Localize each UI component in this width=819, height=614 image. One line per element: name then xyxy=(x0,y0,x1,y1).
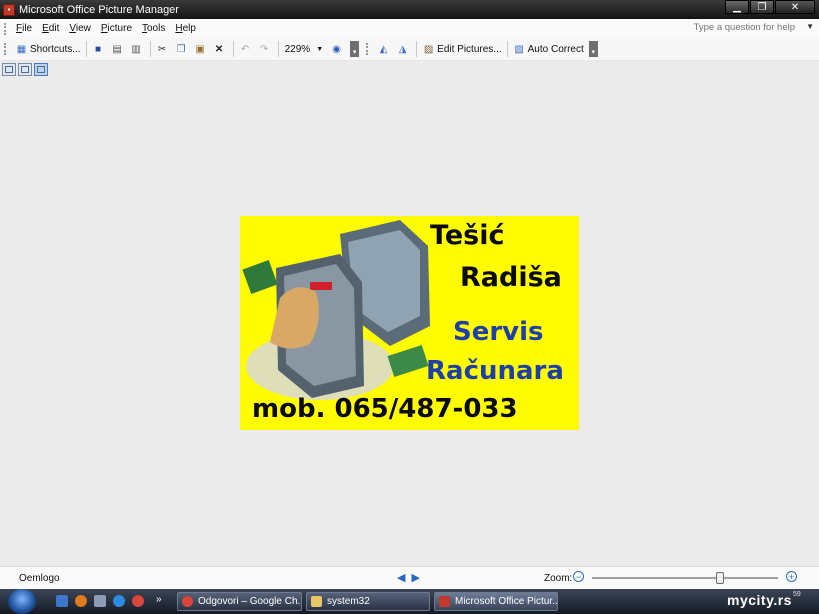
window-controls: ▁ ❐ ✕ xyxy=(724,0,815,14)
edit-pictures-button[interactable]: ▨ Edit Pictures... xyxy=(420,40,503,58)
image-text-service: Servis xyxy=(453,317,544,347)
zoom-slider-thumb[interactable] xyxy=(716,572,725,584)
standard-toolbar: ▦ Shortcuts... ■ ▤ ▥ ✂ ❐ ▣ ✕ ↶ ↷ 229% ▼ … xyxy=(0,38,819,61)
edit-pictures-label: Edit Pictures... xyxy=(437,43,502,55)
menu-bar: File Edit View Picture Tools Help Type a… xyxy=(0,19,819,39)
shortcuts-icon: ▦ xyxy=(16,43,27,55)
taskbar-folder-label: system32 xyxy=(327,596,370,607)
firefox-icon[interactable] xyxy=(75,595,87,607)
shortcuts-label: Shortcuts... xyxy=(30,43,81,55)
displayed-picture[interactable]: Tešić Radiša Servis Računara mob. 065/48… xyxy=(240,216,579,430)
next-picture-icon[interactable]: ▶ xyxy=(411,572,425,584)
folder-icon xyxy=(311,596,322,607)
delete-icon[interactable]: ✕ xyxy=(211,43,228,56)
toolbar-grip-2[interactable] xyxy=(366,43,371,55)
image-text-phone: mob. 065/487-033 xyxy=(252,394,518,424)
switch-windows-icon[interactable] xyxy=(94,595,106,607)
toolbar-options-icon[interactable]: ▾ xyxy=(350,41,360,57)
menu-tools[interactable]: Tools xyxy=(142,23,165,34)
copy-icon[interactable]: ❐ xyxy=(173,43,190,56)
picture-manager-icon: ▪ xyxy=(3,3,15,16)
previous-picture-icon[interactable]: ◀ xyxy=(397,572,411,584)
menu-view[interactable]: View xyxy=(69,23,91,34)
system-clock[interactable]: 59 xyxy=(793,591,801,598)
toolbar-separator xyxy=(149,41,151,57)
toolbar-separator xyxy=(506,41,508,57)
taskbar-chrome-button[interactable]: Odgovori – Google Ch... xyxy=(177,592,302,611)
status-bar: Oemlogo ◀▶ Zoom: − + xyxy=(0,566,819,589)
help-icon[interactable]: ◉ xyxy=(328,43,345,56)
menu-edit[interactable]: Edit xyxy=(42,23,59,34)
toolbar-options-icon-2[interactable]: ▾ xyxy=(588,41,598,57)
zoom-in-icon[interactable]: + xyxy=(786,571,797,582)
window-title: Microsoft Office Picture Manager xyxy=(19,3,179,16)
taskbar-picture-manager-button[interactable]: Microsoft Office Pictur... xyxy=(434,592,558,611)
rotate-left-icon[interactable]: ◭ xyxy=(375,43,392,56)
windows-taskbar: » Odgovori – Google Ch... system32 Micro… xyxy=(0,589,819,614)
chrome-icon xyxy=(182,596,193,607)
taskbar-folder-button[interactable]: system32 xyxy=(306,592,430,611)
zoom-dropdown-icon[interactable]: ▼ xyxy=(313,43,326,56)
toolbar-separator xyxy=(416,41,418,57)
close-button[interactable]: ✕ xyxy=(775,0,815,14)
picture-navigation: ◀▶ xyxy=(397,571,426,584)
show-desktop-icon[interactable] xyxy=(56,595,68,607)
email-icon[interactable]: ▥ xyxy=(128,43,145,56)
filmstrip-view-button[interactable] xyxy=(18,62,32,76)
menu-grip[interactable] xyxy=(4,22,9,35)
toolbar-separator xyxy=(85,41,87,57)
edit-pictures-icon: ▨ xyxy=(423,43,434,55)
paste-icon[interactable]: ▣ xyxy=(192,43,209,56)
toolbar-separator xyxy=(277,41,279,57)
redo-icon[interactable]: ↷ xyxy=(256,43,273,56)
start-button[interactable] xyxy=(8,589,36,614)
auto-correct-label: Auto Correct xyxy=(527,43,584,55)
taskbar-chrome-label: Odgovori – Google Ch... xyxy=(198,596,302,607)
menu-help[interactable]: Help xyxy=(175,23,196,34)
thumbnail-view-button[interactable] xyxy=(2,62,16,76)
restore-button[interactable]: ❐ xyxy=(750,0,774,14)
chrome-quicklaunch-icon[interactable] xyxy=(132,595,144,607)
menu-file[interactable]: File xyxy=(16,23,32,34)
save-icon[interactable]: ■ xyxy=(90,43,107,56)
ie-icon[interactable] xyxy=(113,595,125,607)
help-search-input[interactable]: Type a question for help xyxy=(694,22,795,33)
toolbar-grip[interactable] xyxy=(4,43,9,55)
zoom-label: Zoom: xyxy=(544,573,573,584)
cut-icon[interactable]: ✂ xyxy=(154,43,171,56)
picture-manager-task-icon xyxy=(439,596,450,607)
help-dropdown-icon[interactable]: ▼ xyxy=(806,22,814,31)
menu-picture[interactable]: Picture xyxy=(101,23,132,34)
shortcuts-button[interactable]: ▦ Shortcuts... xyxy=(13,40,83,58)
zoom-select[interactable]: 229% xyxy=(285,44,311,55)
view-mode-bar xyxy=(0,60,819,78)
toolbar-separator xyxy=(232,41,234,57)
single-picture-view-button[interactable] xyxy=(34,62,48,76)
undo-icon[interactable]: ↶ xyxy=(237,43,254,56)
rotate-right-icon[interactable]: ◮ xyxy=(394,43,411,56)
print-icon[interactable]: ▤ xyxy=(109,43,126,56)
image-text-name: Radiša xyxy=(460,262,562,293)
title-bar: ▪ Microsoft Office Picture Manager ▁ ❐ ✕ xyxy=(0,0,819,19)
tray-watermark: mycity.rs xyxy=(727,592,792,608)
image-text-surname: Tešić xyxy=(430,220,505,251)
zoom-out-icon[interactable]: − xyxy=(573,571,584,582)
taskbar-picture-manager-label: Microsoft Office Pictur... xyxy=(455,596,558,607)
zoom-slider[interactable] xyxy=(592,577,778,579)
auto-correct-button[interactable]: ▧ Auto Correct xyxy=(511,40,586,58)
current-filename: Oemlogo xyxy=(19,573,60,584)
auto-correct-icon: ▧ xyxy=(514,43,524,55)
image-text-computers: Računara xyxy=(426,356,564,386)
quicklaunch-more-icon[interactable]: » xyxy=(156,594,162,605)
minimize-button[interactable]: ▁ xyxy=(725,0,749,14)
